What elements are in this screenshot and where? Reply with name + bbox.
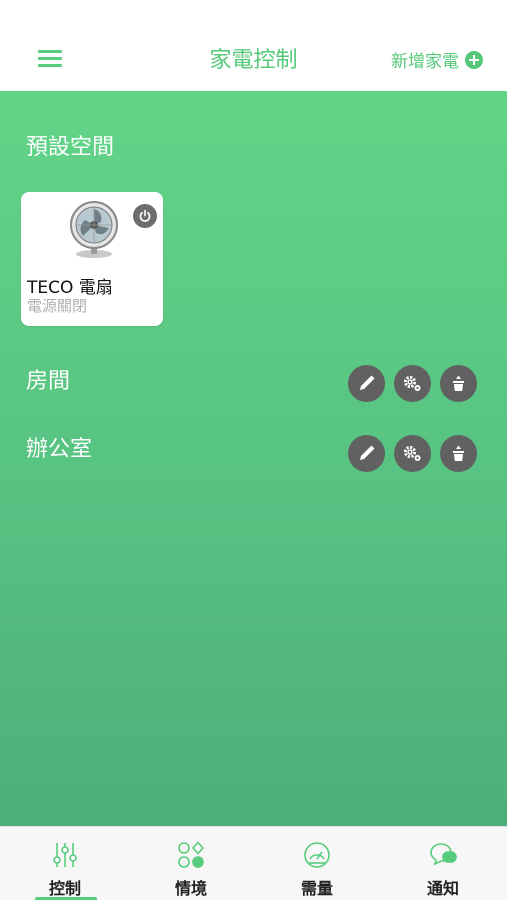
section-title-room: 房間 — [26, 369, 71, 394]
edit-office-button[interactable] — [348, 435, 385, 472]
tab-scenes-label: 情境 — [174, 879, 207, 898]
fan-icon — [70, 201, 118, 258]
room-settings-button[interactable] — [394, 365, 431, 402]
office-settings-button[interactable] — [394, 435, 431, 472]
tab-control[interactable]: 控制 — [2, 827, 128, 900]
tab-demand-label: 需量 — [300, 879, 333, 898]
section-title-office: 辦公室 — [26, 437, 93, 462]
office-actions — [348, 435, 477, 472]
gears-icon — [403, 375, 421, 391]
tab-notifications[interactable]: 通知 — [380, 827, 506, 900]
pencil-icon — [360, 375, 375, 390]
power-button[interactable] — [133, 204, 157, 228]
gears-icon — [403, 445, 421, 461]
add-appliance-label: 新增家電 — [391, 52, 459, 72]
chat-bubbles-icon — [430, 843, 457, 866]
tab-notifications-label: 通知 — [426, 879, 459, 898]
scenes-icon — [178, 841, 205, 868]
tab-scenes[interactable]: 情境 — [128, 827, 254, 900]
power-icon — [139, 209, 151, 222]
pencil-icon — [360, 445, 375, 460]
delete-room-button[interactable] — [440, 365, 477, 402]
device-card[interactable]: TECO 電扇 電源關閉 — [21, 192, 163, 326]
room-actions — [348, 365, 477, 402]
gauge-icon — [304, 842, 330, 868]
top-bar: 家電控制 新增家電 — [0, 0, 507, 91]
sliders-icon — [53, 843, 77, 867]
edit-room-button[interactable] — [348, 365, 385, 402]
bottom-tab-bar: 控制 情境 需量 通知 — [0, 826, 507, 900]
tab-demand[interactable]: 需量 — [254, 827, 380, 900]
add-appliance-button[interactable]: 新增家電 — [391, 47, 483, 72]
delete-office-button[interactable] — [440, 435, 477, 472]
trash-icon — [453, 445, 464, 461]
device-status: 電源關閉 — [27, 297, 88, 315]
trash-icon — [453, 375, 464, 391]
section-title-default-space: 預設空間 — [26, 135, 115, 160]
tab-control-label: 控制 — [48, 879, 81, 898]
main-content: 預設空間 TECO 電扇 電源關閉 房間 辦公室 — [0, 91, 507, 826]
plus-circle-icon — [465, 50, 483, 69]
